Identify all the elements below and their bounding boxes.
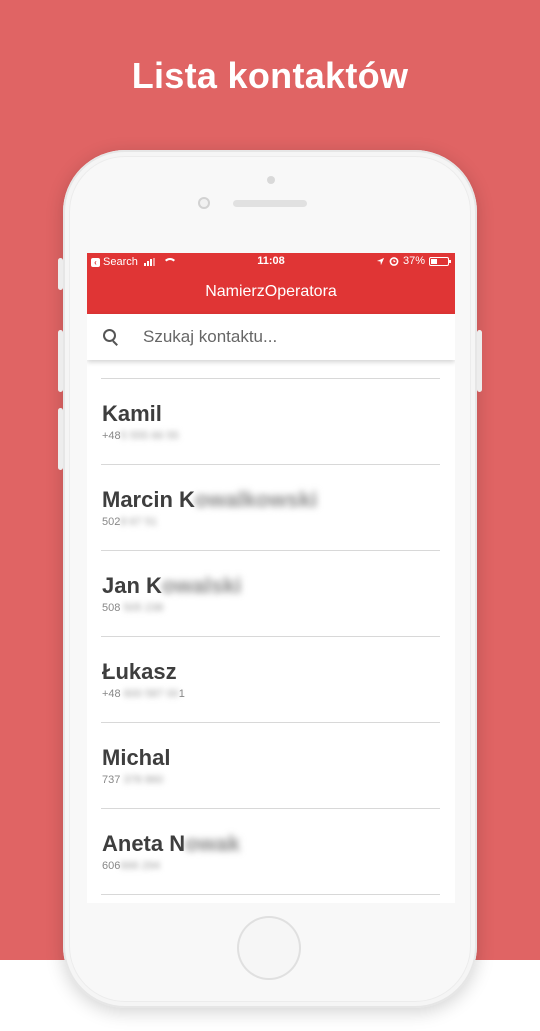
app-title: NamierzOperatora xyxy=(87,270,455,314)
front-camera xyxy=(198,197,210,209)
contact-phone: 737 378 860 xyxy=(102,774,164,786)
contact-name: Jan Kowalski xyxy=(102,573,242,598)
contact-name: Kamil xyxy=(102,401,162,426)
contact-item[interactable]: Marcin Kowalkowski 5028 67 51 xyxy=(101,464,440,550)
contact-phone: 5028 67 51 xyxy=(102,516,158,528)
contact-name: Marcin Kowalkowski xyxy=(102,487,318,512)
contact-name: Aneta Nowak xyxy=(102,831,241,856)
search-input[interactable] xyxy=(141,326,425,348)
contact-item[interactable]: Łukasz +48 600 587 001 xyxy=(101,636,440,722)
status-right: 37% xyxy=(376,255,451,267)
status-bar: ‹ Search 11:08 37% xyxy=(87,253,455,270)
volume-down-button xyxy=(58,408,63,470)
page-heading: Lista kontaktów xyxy=(131,55,409,96)
contact-phone: +48 600 587 001 xyxy=(102,688,185,700)
contact-phone: 508 505 238 xyxy=(102,602,164,614)
contact-phone: 606666 294 xyxy=(102,860,161,872)
contact-list: Kamil +485 555 66 55 Marcin Kowalkowski … xyxy=(101,378,440,895)
search-icon xyxy=(103,329,119,346)
contact-name: Michal xyxy=(102,745,171,770)
search-bar[interactable] xyxy=(87,314,455,360)
earpiece-speaker xyxy=(233,200,307,207)
home-button[interactable] xyxy=(237,916,301,980)
proximity-sensor xyxy=(267,176,275,184)
contact-item[interactable]: Kamil +485 555 66 55 xyxy=(101,378,440,464)
contact-item[interactable]: Jan Kowalski 508 505 238 xyxy=(101,550,440,636)
battery-percent: 37% xyxy=(402,255,425,267)
battery-icon xyxy=(429,256,451,266)
contact-item[interactable]: Aneta Nowak 606666 294 xyxy=(101,808,440,895)
volume-up-button xyxy=(58,330,63,392)
battery-fill xyxy=(431,258,437,264)
alarm-icon xyxy=(389,257,399,266)
power-button xyxy=(477,330,482,392)
phone-screen: ‹ Search 11:08 37% NamierzOperatora Szuk… xyxy=(87,253,455,903)
location-icon xyxy=(376,257,385,265)
contact-phone: +485 555 66 55 xyxy=(102,430,179,442)
contact-name: Łukasz xyxy=(102,659,177,684)
mute-switch xyxy=(58,258,63,290)
contact-item[interactable]: Michal 737 378 860 xyxy=(101,722,440,808)
